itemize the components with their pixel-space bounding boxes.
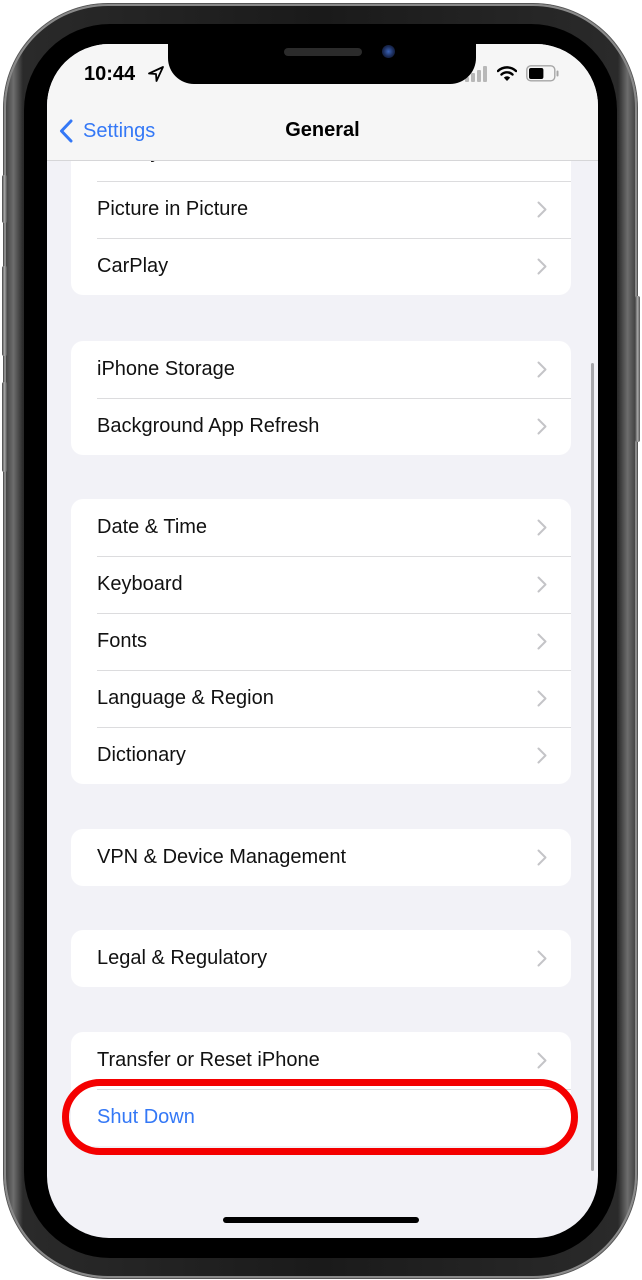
chevron-right-icon (537, 576, 547, 593)
chevron-right-icon (537, 633, 547, 650)
row-vpn-device-management[interactable]: VPN & Device Management (71, 829, 571, 886)
volume-up-button (2, 266, 7, 356)
row-label: VPN & Device Management (97, 846, 347, 868)
settings-group-6: Transfer or Reset iPhone Shut Down (71, 1032, 571, 1146)
row-label: Picture in Picture (97, 198, 249, 220)
chevron-right-icon (537, 690, 547, 707)
screen: AirPlay & Handoff Picture in Picture Car… (47, 44, 598, 1238)
settings-group-5: Legal & Regulatory (71, 930, 571, 987)
row-label: CarPlay (97, 255, 169, 277)
settings-group-4: VPN & Device Management (71, 829, 571, 886)
row-background-app-refresh[interactable]: Background App Refresh (71, 398, 571, 455)
wifi-icon (497, 66, 517, 81)
shut-down-button[interactable]: Shut Down (71, 1089, 571, 1146)
chevron-right-icon (537, 258, 547, 275)
row-legal-regulatory[interactable]: Legal & Regulatory (71, 930, 571, 987)
row-date-time[interactable]: Date & Time (71, 499, 571, 556)
navigation-bar: Settings General (47, 104, 598, 161)
row-iphone-storage[interactable]: iPhone Storage (71, 341, 571, 398)
side-power-button (635, 296, 640, 442)
location-arrow-icon (148, 66, 164, 82)
settings-group-2: iPhone Storage Background App Refresh (71, 341, 571, 455)
row-label: Shut Down (97, 1106, 195, 1128)
row-label: Background App Refresh (97, 415, 320, 437)
row-picture-in-picture[interactable]: Picture in Picture (71, 181, 571, 238)
row-label: Transfer or Reset iPhone (97, 1049, 320, 1071)
row-language-region[interactable]: Language & Region (71, 670, 571, 727)
front-camera (382, 45, 395, 58)
chevron-right-icon (537, 519, 547, 536)
row-label: Date & Time (97, 516, 208, 538)
earpiece-speaker (284, 48, 362, 56)
row-keyboard[interactable]: Keyboard (71, 556, 571, 613)
chevron-right-icon (537, 1052, 547, 1069)
chevron-right-icon (537, 950, 547, 967)
row-label: Dictionary (97, 744, 186, 766)
row-label: Fonts (97, 630, 148, 652)
volume-down-button (2, 382, 7, 472)
row-label: Language & Region (97, 687, 274, 709)
chevron-right-icon (537, 361, 547, 378)
settings-list[interactable]: AirPlay & Handoff Picture in Picture Car… (47, 44, 598, 1238)
scrollbar[interactable] (591, 363, 594, 1171)
row-label: iPhone Storage (97, 358, 235, 380)
row-carplay[interactable]: CarPlay (71, 238, 571, 295)
notch (168, 44, 476, 84)
row-label: Legal & Regulatory (97, 947, 268, 969)
row-label: Keyboard (97, 573, 183, 595)
chevron-right-icon (537, 201, 547, 218)
chevron-right-icon (537, 418, 547, 435)
home-indicator[interactable] (223, 1217, 419, 1223)
status-time: 10:44 (84, 63, 136, 85)
chevron-right-icon (537, 747, 547, 764)
settings-group-3: Date & Time Keyboard Fonts Language & Re… (71, 499, 571, 784)
page-title: General (285, 119, 360, 141)
silent-switch (2, 175, 7, 223)
battery-icon (526, 65, 559, 82)
chevron-right-icon (537, 849, 547, 866)
row-transfer-reset-iphone[interactable]: Transfer or Reset iPhone (71, 1032, 571, 1089)
row-fonts[interactable]: Fonts (71, 613, 571, 670)
row-dictionary[interactable]: Dictionary (71, 727, 571, 784)
